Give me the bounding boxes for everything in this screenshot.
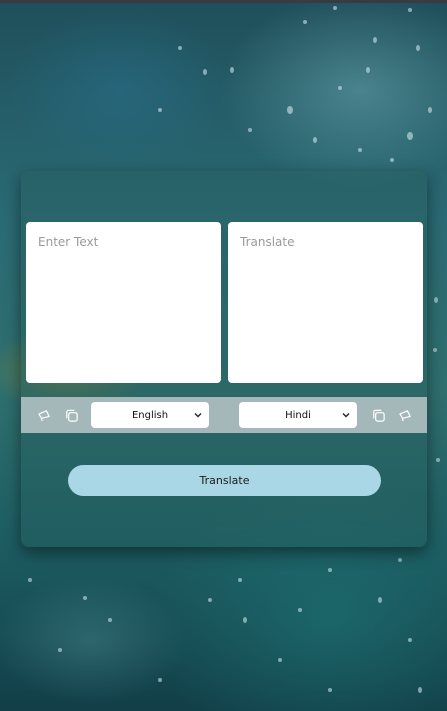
translation-output[interactable]: [228, 222, 423, 383]
target-language-select[interactable]: Hindi: [239, 402, 357, 428]
chevron-down-icon: [342, 413, 350, 418]
megaphone-icon[interactable]: [396, 406, 414, 424]
megaphone-icon[interactable]: [35, 406, 53, 424]
chevron-down-icon: [194, 413, 202, 418]
source-text-input[interactable]: [26, 222, 221, 383]
translate-button[interactable]: Translate: [68, 465, 381, 496]
copy-icon[interactable]: [62, 406, 80, 424]
controls-bar: [21, 397, 427, 433]
target-language-label: Hindi: [285, 409, 311, 421]
source-language-select[interactable]: English: [91, 402, 209, 428]
source-language-label: English: [131, 409, 169, 421]
copy-icon[interactable]: [369, 406, 387, 424]
